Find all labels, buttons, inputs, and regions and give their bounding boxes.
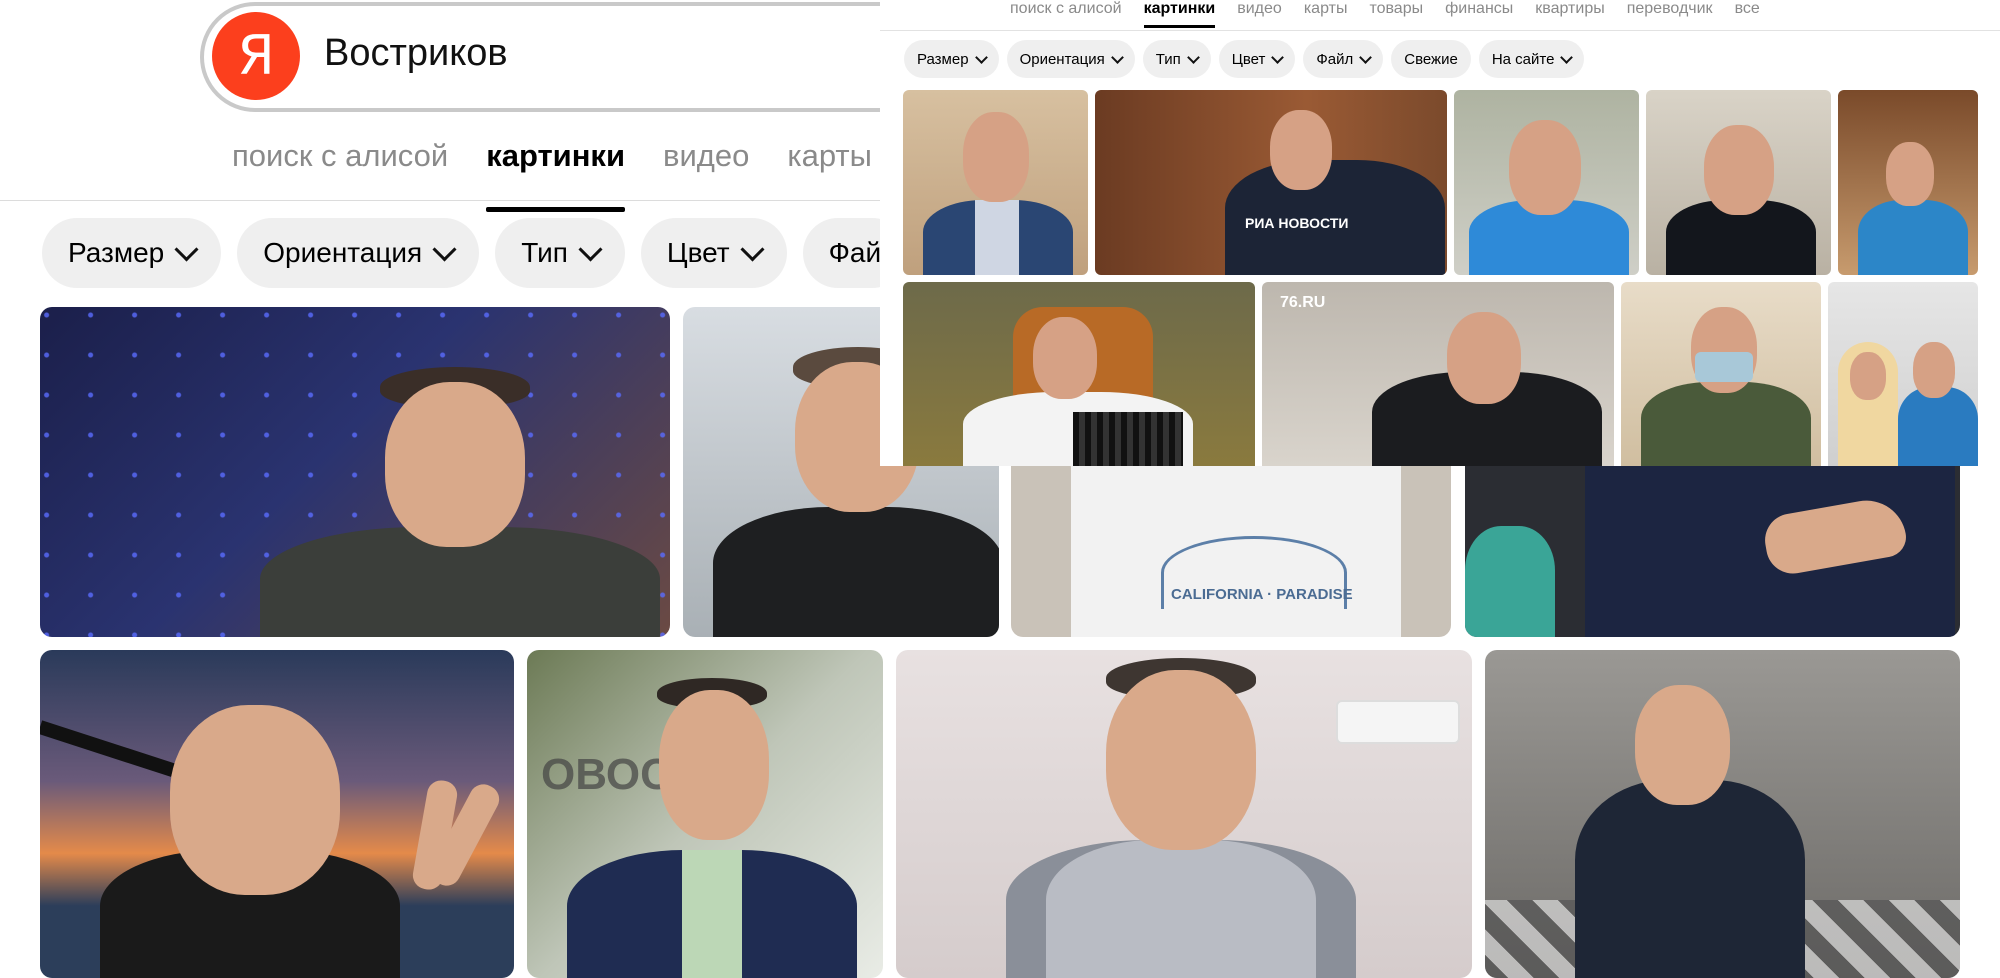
filter-orientation[interactable]: Ориентация <box>237 218 480 288</box>
tabs-divider-small <box>880 30 2000 31</box>
tab-images-small[interactable]: картинки <box>1143 0 1215 28</box>
chevron-down-icon <box>740 236 765 262</box>
filter-orientation-small[interactable]: Ориентация <box>1006 40 1135 78</box>
filter-bar-small: Размер Ориентация Тип Цвет Файл Свежие Н… <box>904 40 1585 78</box>
image-result-s1[interactable] <box>903 90 1088 275</box>
filter-on-site-small[interactable]: На сайте <box>1478 40 1585 78</box>
image-result-s6[interactable] <box>903 282 1255 466</box>
tab-finance-small[interactable]: финансы <box>1445 0 1513 18</box>
site76-watermark: 76.RU <box>1280 294 1326 311</box>
tab-alice-search-small[interactable]: поиск с алисой <box>1010 0 1122 18</box>
filter-size-label: Размер <box>68 237 165 268</box>
tab-alice-search[interactable]: поиск с алисой <box>232 138 448 174</box>
image-result-3[interactable]: CALIFORNIA · PARADISE <box>1011 466 1451 637</box>
tab-all-small[interactable]: все <box>1735 0 1760 18</box>
image-result-s2[interactable]: РИА НОВОСТИ <box>1095 90 1447 275</box>
chevron-down-icon <box>432 236 457 262</box>
filter-color-small[interactable]: Цвет <box>1218 40 1296 78</box>
search-query-text: Востриков <box>324 32 508 74</box>
filter-orientation-label: Ориентация <box>263 237 423 268</box>
image-result-s7[interactable]: 76.RU <box>1262 282 1614 466</box>
filter-bar: Размер Ориентация Тип Цвет Фай <box>42 218 908 288</box>
shirt-print-text: CALIFORNIA · PARADISE <box>1171 586 1353 603</box>
filter-type-label: Тип <box>521 237 568 268</box>
filter-color[interactable]: Цвет <box>640 218 787 288</box>
filter-size-label: Размер <box>917 50 969 68</box>
search-tabs: поиск с алисой картинки видео карты <box>232 138 872 212</box>
chevron-down-icon <box>1560 50 1574 64</box>
image-result-s4[interactable] <box>1646 90 1831 275</box>
chevron-down-icon <box>1271 50 1285 64</box>
image-result-s3[interactable] <box>1454 90 1639 275</box>
image-result-6[interactable]: ОВОС <box>527 650 883 978</box>
filter-size[interactable]: Размер <box>42 218 222 288</box>
tab-maps-small[interactable]: карты <box>1304 0 1348 18</box>
filter-type-label: Тип <box>1155 50 1181 68</box>
tab-images[interactable]: картинки <box>486 138 625 212</box>
filter-fresh-small[interactable]: Свежие <box>1391 40 1471 78</box>
image-result-s8[interactable] <box>1621 282 1821 466</box>
tab-realty-small[interactable]: квартиры <box>1535 0 1604 18</box>
filter-on-site-label: На сайте <box>1491 50 1555 68</box>
image-result-4[interactable] <box>1465 466 1960 637</box>
filter-color-label: Цвет <box>1231 50 1266 68</box>
chevron-down-icon <box>578 236 603 262</box>
image-result-1[interactable] <box>40 307 670 637</box>
chevron-down-icon <box>1359 50 1373 64</box>
image-result-s5[interactable] <box>1838 90 1978 275</box>
image-result-8[interactable] <box>1485 650 1960 978</box>
filter-orientation-label: Ориентация <box>1019 50 1105 68</box>
chevron-down-icon <box>1110 50 1124 64</box>
filter-type[interactable]: Тип <box>495 218 625 288</box>
filter-color-label: Цвет <box>666 237 730 268</box>
filter-file-small[interactable]: Файл <box>1303 40 1384 78</box>
tab-video[interactable]: видео <box>663 138 749 174</box>
filter-size-small[interactable]: Размер <box>904 40 999 78</box>
yandex-logo[interactable]: Я <box>212 12 300 100</box>
ria-watermark: РИА НОВОСТИ <box>1245 215 1349 231</box>
chevron-down-icon <box>1186 50 1200 64</box>
tab-maps[interactable]: карты <box>787 138 872 174</box>
filter-type-small[interactable]: Тип <box>1142 40 1211 78</box>
filter-file-label: Фай <box>828 237 882 268</box>
image-result-7[interactable] <box>896 650 1472 978</box>
tab-translator-small[interactable]: переводчик <box>1627 0 1713 18</box>
chevron-down-icon <box>174 236 199 262</box>
image-result-5[interactable] <box>40 650 514 978</box>
tab-goods-small[interactable]: товары <box>1369 0 1423 18</box>
tab-video-small[interactable]: видео <box>1237 0 1282 18</box>
filter-file-label: Файл <box>1316 50 1354 68</box>
search-input[interactable] <box>200 2 960 112</box>
filter-fresh-label: Свежие <box>1404 50 1458 68</box>
image-result-s9[interactable] <box>1828 282 1978 466</box>
chevron-down-icon <box>974 50 988 64</box>
search-tabs-small: поиск с алисой картинки видео карты това… <box>1010 0 1760 28</box>
overlay-screenshot: поиск с алисой картинки видео карты това… <box>880 0 2000 466</box>
